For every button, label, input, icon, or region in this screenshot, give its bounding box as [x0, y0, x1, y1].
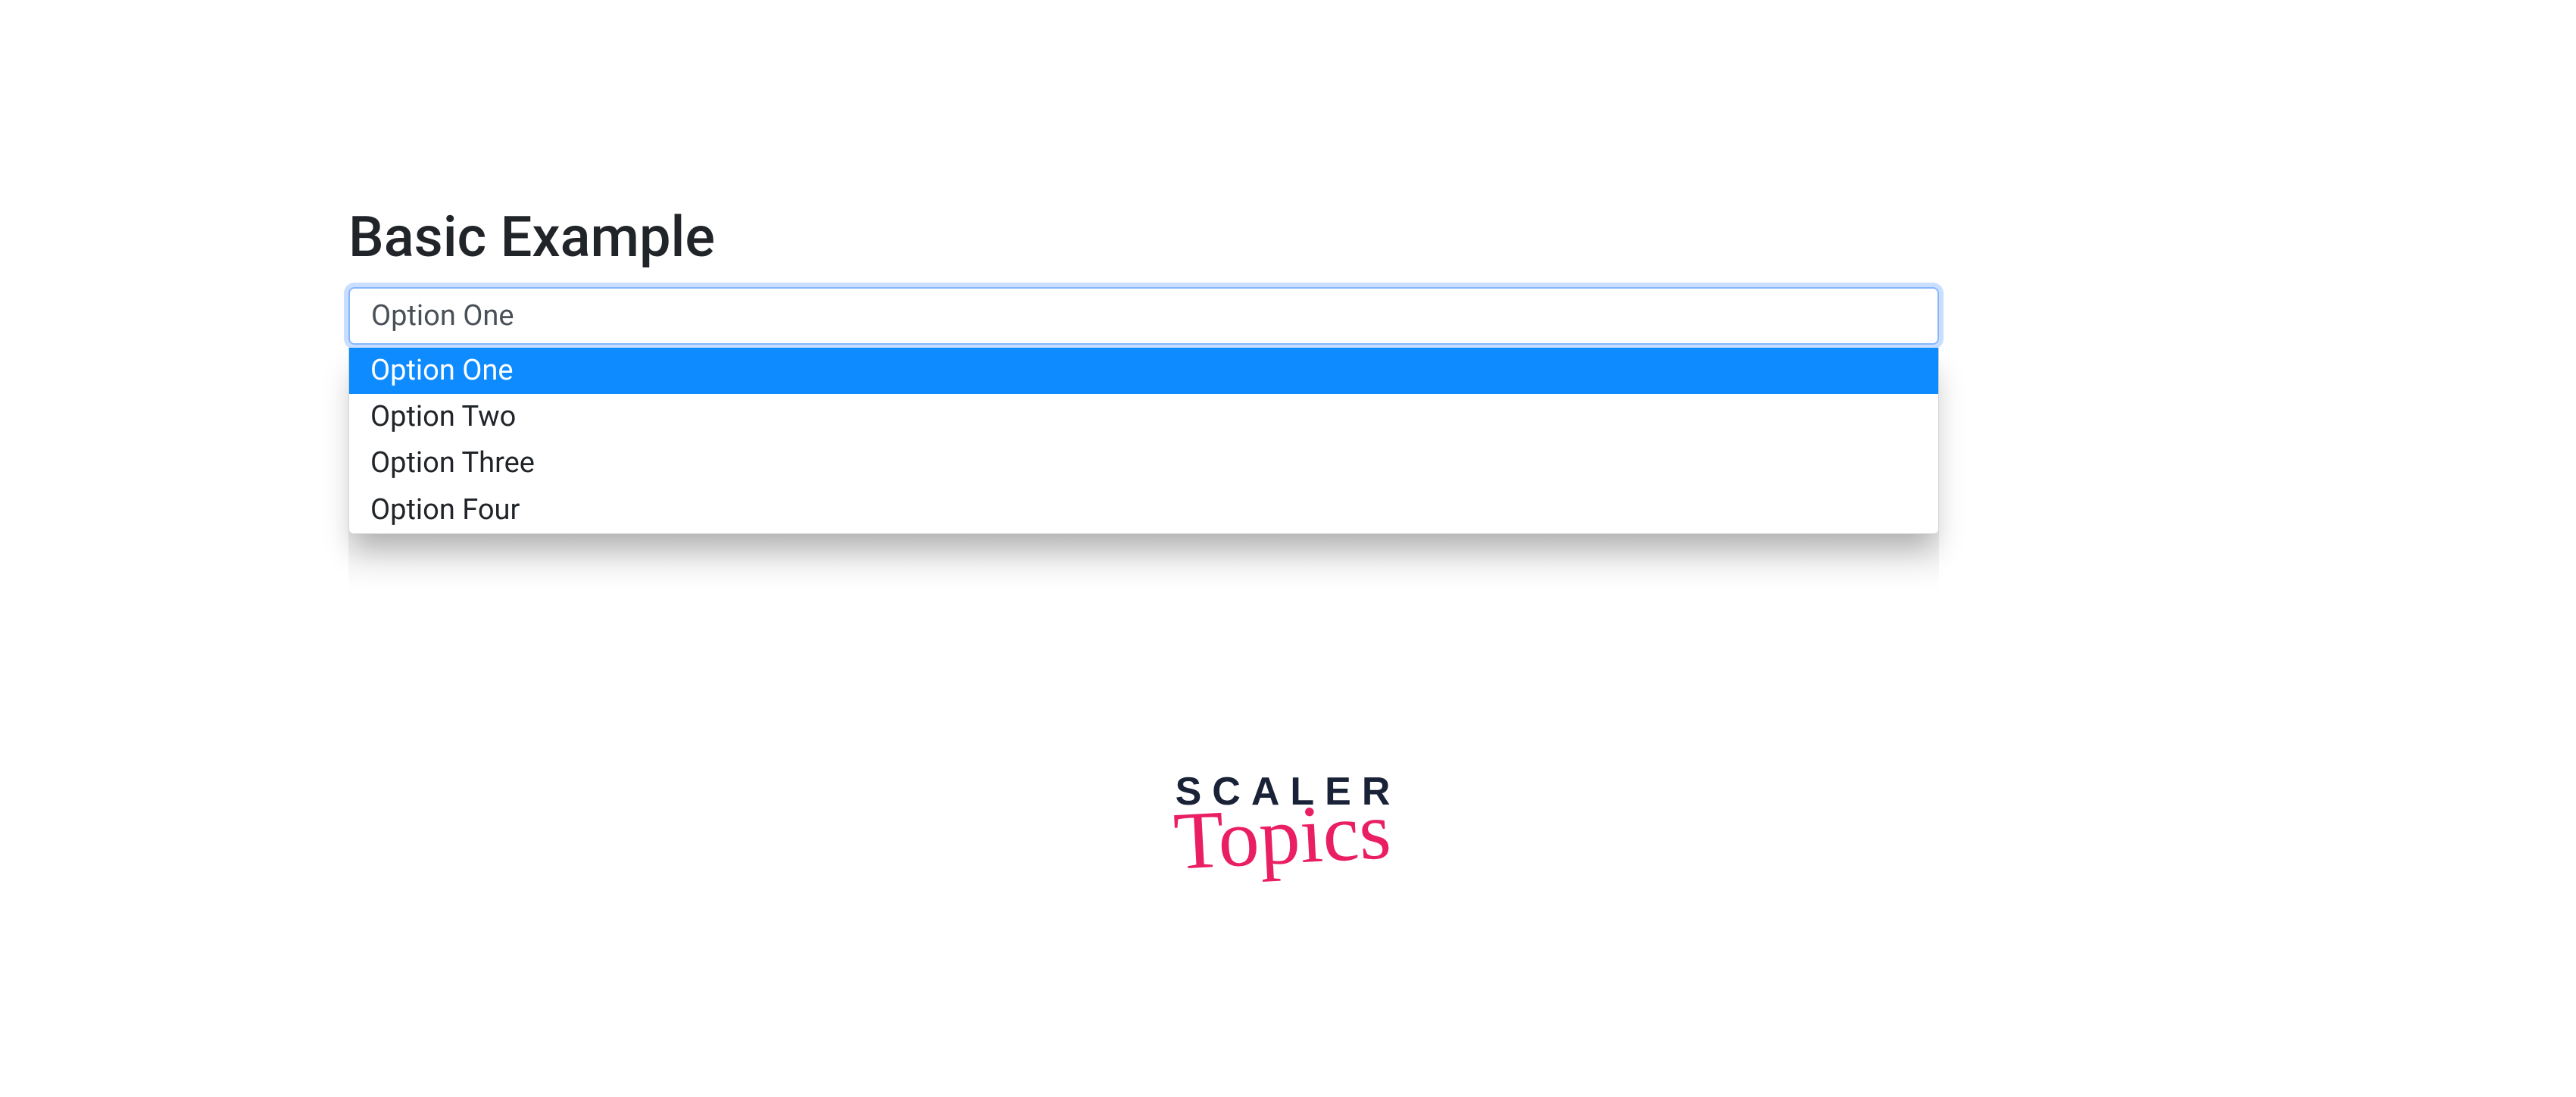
- dropdown-option-two[interactable]: Option Two: [349, 394, 1938, 440]
- dropdown-option-one[interactable]: Option One: [349, 348, 1938, 394]
- brand-text-topics: Topics: [1167, 792, 1397, 882]
- select-input[interactable]: Option One: [348, 287, 1939, 345]
- brand-logo: SCALER Topics: [1176, 769, 1401, 876]
- example-card: Basic Example Option One Option One Opti…: [348, 205, 1939, 345]
- select-wrapper: Option One Option One Option Two Option …: [348, 287, 1939, 345]
- dropdown-option-three[interactable]: Option Three: [349, 440, 1938, 486]
- dropdown-list: Option One Option Two Option Three Optio…: [348, 348, 1939, 534]
- page-title: Basic Example: [348, 205, 1939, 270]
- dropdown-option-four[interactable]: Option Four: [349, 487, 1938, 533]
